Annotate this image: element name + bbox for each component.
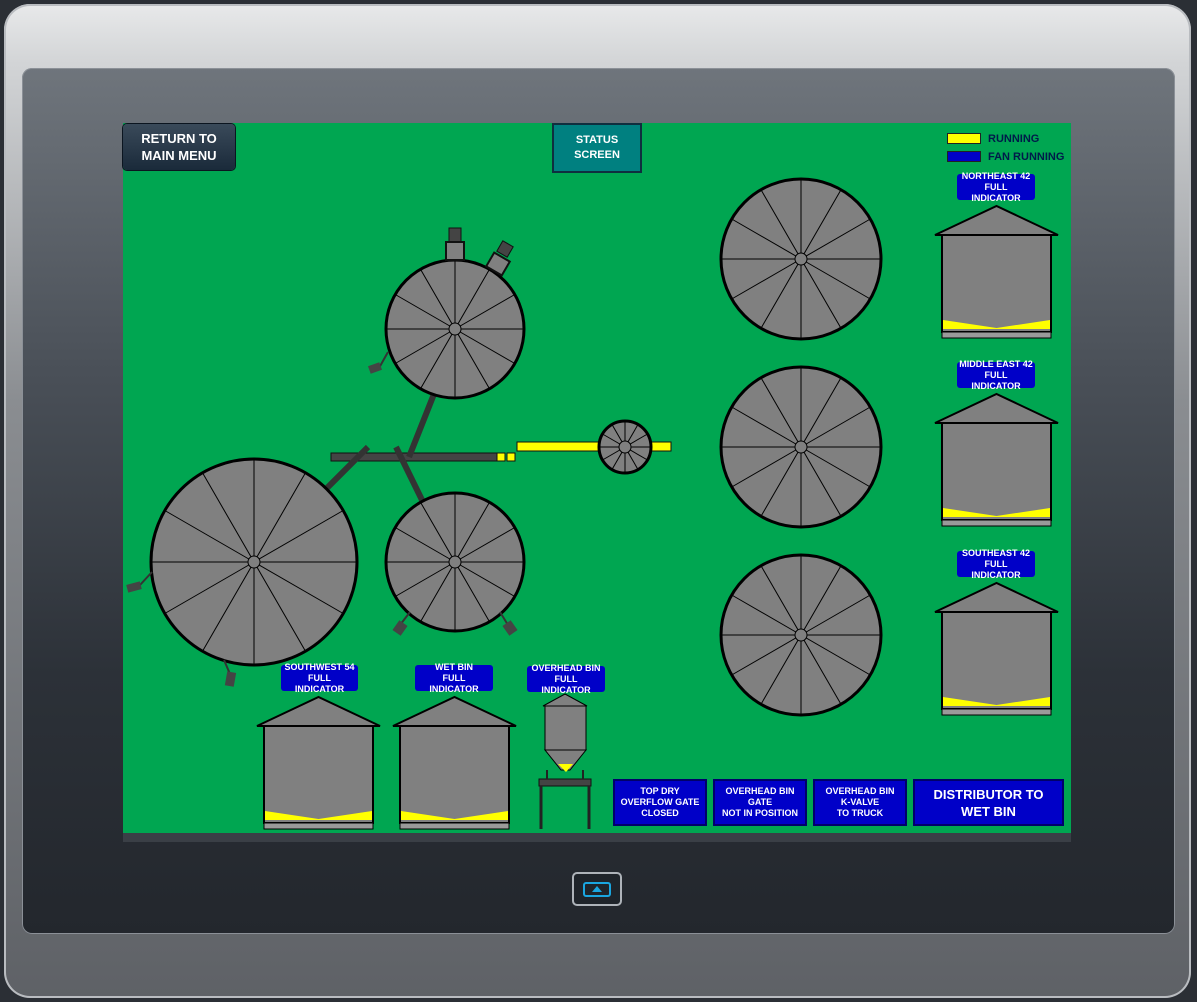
southwest-bin-hub	[247, 555, 261, 569]
southeast-full-indicator: SOUTHEAST 42 FULL INDICATOR	[957, 548, 1035, 580]
middle-east-42-bin-base	[941, 519, 1052, 527]
grain-bins-layer	[126, 177, 1059, 830]
wet-storage-bin	[399, 725, 510, 824]
middle-east-42-bin-roof	[934, 392, 1059, 424]
southwest-54-bin-roof	[256, 695, 381, 727]
overhead-bin-full-indicator: OVERHEAD BIN FULL INDICATOR	[527, 663, 605, 695]
southwest-full-indicator: SOUTHWEST 54 FULL INDICATOR	[281, 662, 358, 694]
running-legend-swatch	[947, 133, 981, 144]
sw-bin-outlet-end	[224, 671, 237, 687]
fan-running-legend-swatch	[947, 151, 981, 162]
middle-east-round-bin-hub	[794, 440, 808, 454]
top-bin-fill-cap	[448, 227, 462, 243]
status-screen-button[interactable]: STATUS SCREEN	[552, 123, 642, 173]
top-dry-overflow-gate-status: TOP DRY OVERFLOW GATE CLOSED	[613, 779, 707, 826]
southeast-42-bin	[941, 611, 1052, 710]
top-bin-fill-spout	[445, 241, 465, 261]
wet-bin-spout-right-end	[502, 620, 518, 636]
southeast-42-bin-base	[941, 708, 1052, 716]
dryer-fan-hub	[618, 440, 632, 454]
wet-bin-spout-left-end	[392, 620, 408, 636]
wet-bin-hub	[448, 555, 462, 569]
wet-storage-bin-base	[399, 822, 510, 830]
southeast-round-bin-hub	[794, 628, 808, 642]
northeast-42-bin-roof	[934, 204, 1059, 236]
overhead-bin	[544, 705, 587, 751]
overhead-bin-roof	[542, 693, 588, 707]
southeast-42-bin-roof	[934, 581, 1059, 613]
overhead-bin-gate-status: OVERHEAD BIN GATE NOT IN POSITION	[713, 779, 807, 826]
southwest-54-bin	[263, 725, 374, 824]
home-icon	[583, 881, 611, 897]
downspout-upper	[406, 392, 437, 459]
top-dry-bin-hub	[448, 322, 462, 336]
northeast-42-bin	[941, 234, 1052, 333]
wet-bin-full-indicator: WET BIN FULL INDICATOR	[415, 662, 493, 694]
northeast-round-bin-hub	[794, 252, 808, 266]
overhead-bin-kvalve-status: OVERHEAD BIN K-VALVE TO TRUCK	[813, 779, 907, 826]
middle-east-full-indicator: MIDDLE EAST 42 FULL INDICATOR	[957, 359, 1035, 391]
distributor-to-wet-bin-button[interactable]: DISTRIBUTOR TO WET BIN	[913, 779, 1064, 826]
conveyor-segment	[506, 452, 516, 462]
southwest-54-bin-base	[263, 822, 374, 830]
home-button[interactable]	[572, 872, 622, 906]
conveyor-segment	[496, 452, 506, 462]
return-main-menu-button[interactable]: RETURN TO MAIN MENU	[123, 124, 235, 170]
top-bin-sweep-end	[367, 362, 383, 374]
running-legend-label: RUNNING	[988, 133, 1040, 145]
overhead-bin-platform	[538, 778, 592, 787]
wet-storage-bin-roof	[392, 695, 517, 727]
sw-bin-sweep-end	[126, 581, 142, 593]
northeast-42-bin-base	[941, 331, 1052, 339]
middle-east-42-bin	[941, 422, 1052, 521]
northeast-full-indicator: NORTHEAST 42 FULL INDICATOR	[957, 171, 1035, 203]
feed-conveyor	[516, 441, 600, 452]
sw-bin-sweep	[139, 571, 153, 586]
fan-running-legend-label: FAN RUNNING	[988, 151, 1065, 163]
